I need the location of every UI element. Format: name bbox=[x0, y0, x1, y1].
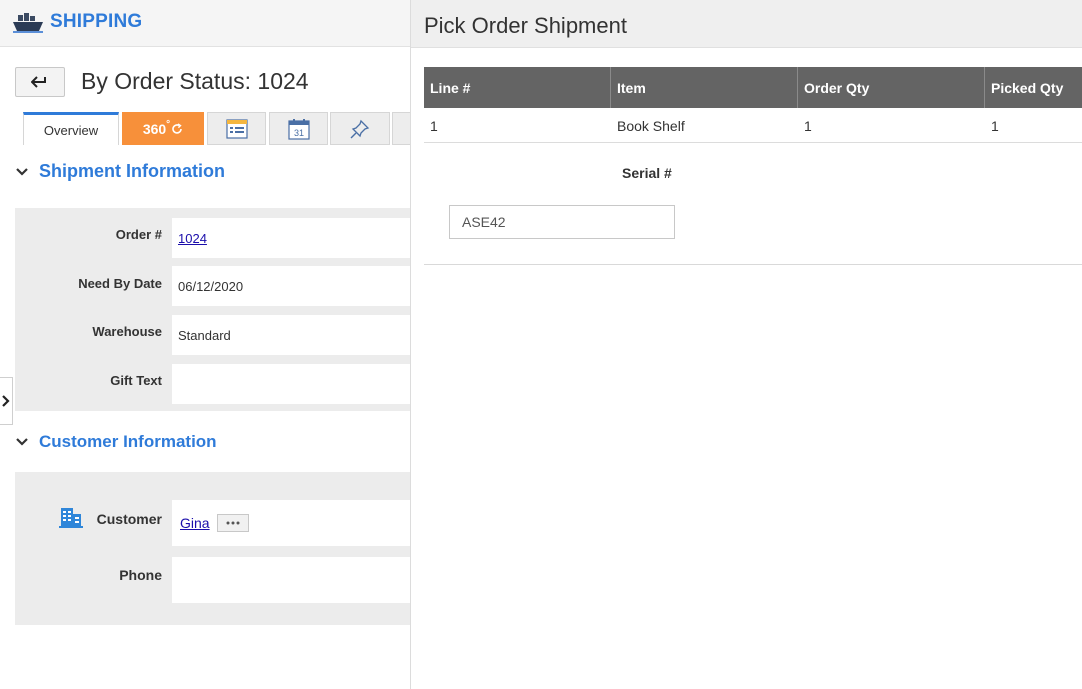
tab-more[interactable] bbox=[392, 112, 410, 145]
divider bbox=[424, 264, 1082, 265]
customer-section-title: Customer Information bbox=[39, 432, 217, 451]
column-header-item[interactable]: Item bbox=[611, 67, 798, 108]
building-icon bbox=[59, 508, 83, 528]
calendar-icon-day: 31 bbox=[293, 128, 303, 138]
ship-icon bbox=[13, 13, 43, 33]
warehouse-field[interactable]: Standard bbox=[172, 315, 410, 355]
chevron-down-icon bbox=[16, 438, 28, 446]
refresh-icon bbox=[172, 122, 182, 134]
need-by-date-label: Need By Date bbox=[78, 276, 162, 291]
tab-360-view[interactable]: 360 ° bbox=[122, 112, 204, 145]
column-header-line[interactable]: Line # bbox=[424, 67, 611, 108]
chevron-right-icon bbox=[2, 395, 10, 407]
expand-sidebar-toggle[interactable] bbox=[0, 377, 13, 425]
app-title[interactable]: SHIPPING bbox=[50, 11, 142, 33]
order-number-link[interactable]: 1024 bbox=[178, 231, 207, 246]
customer-label: Customer bbox=[96, 511, 162, 527]
shipment-section-toggle[interactable]: Shipment Information bbox=[15, 161, 225, 182]
tab-360-label: 360 bbox=[142, 120, 167, 137]
phone-label: Phone bbox=[119, 567, 162, 583]
chevron-down-icon bbox=[16, 167, 28, 176]
gift-text-field[interactable] bbox=[172, 364, 410, 404]
gift-text-label: Gift Text bbox=[110, 373, 162, 388]
need-by-date-value: 06/12/2020 bbox=[178, 278, 244, 294]
phone-field[interactable] bbox=[172, 557, 410, 603]
panel-title: Pick Order Shipment bbox=[424, 13, 627, 38]
record-title: By Order Status: 1024 bbox=[81, 68, 309, 94]
warehouse-value: Standard bbox=[178, 327, 231, 343]
customer-form: Customer Gina Phone bbox=[15, 472, 410, 625]
tab-pin[interactable] bbox=[330, 112, 390, 145]
shipment-form: Order # 1024 Need By Date 06/12/2020 War… bbox=[15, 208, 410, 411]
warehouse-label: Warehouse bbox=[92, 324, 162, 339]
list-form-icon bbox=[225, 118, 248, 139]
calendar-icon: 31 bbox=[287, 118, 310, 140]
pin-icon bbox=[350, 119, 370, 138]
serial-number-label: Serial # bbox=[622, 165, 672, 181]
pick-order-shipment-panel: Pick Order Shipment Line # Item Order Qt… bbox=[410, 0, 1082, 689]
record-detail-panel: SHIPPING By Order Status: 1024 Overview … bbox=[0, 0, 410, 689]
need-by-date-field[interactable]: 06/12/2020 bbox=[172, 266, 410, 306]
table-header: Line # Item Order Qty Picked Qty bbox=[424, 67, 1082, 108]
customer-more-button[interactable] bbox=[216, 514, 249, 532]
app-header: SHIPPING bbox=[0, 0, 410, 47]
pick-lines-table: Line # Item Order Qty Picked Qty 1 Book … bbox=[424, 67, 1082, 143]
record-tabs: Overview 360 ° 31 bbox=[23, 112, 410, 146]
ellipsis-icon bbox=[226, 521, 240, 525]
tab-calendar[interactable]: 31 bbox=[269, 112, 328, 145]
tab-360-degree: ° bbox=[166, 119, 171, 130]
table-row[interactable]: 1 Book Shelf 1 1 bbox=[424, 108, 1082, 143]
back-arrow-icon bbox=[31, 76, 46, 88]
column-header-order-qty[interactable]: Order Qty bbox=[798, 67, 985, 108]
cell-order-qty: 1 bbox=[804, 117, 812, 134]
cell-line: 1 bbox=[430, 117, 438, 134]
cell-picked-qty: 1 bbox=[991, 117, 999, 134]
panel-header: Pick Order Shipment bbox=[411, 0, 1082, 48]
customer-field: Gina bbox=[172, 500, 410, 546]
back-button[interactable] bbox=[15, 67, 65, 97]
serial-number-input[interactable] bbox=[449, 205, 675, 239]
order-number-label: Order # bbox=[115, 227, 162, 242]
customer-link[interactable]: Gina bbox=[180, 515, 210, 531]
column-header-picked-qty[interactable]: Picked Qty bbox=[985, 67, 1082, 108]
shipment-section-title: Shipment Information bbox=[39, 161, 225, 181]
tab-details[interactable] bbox=[207, 112, 266, 145]
tab-overview[interactable]: Overview bbox=[23, 112, 119, 145]
customer-section-toggle[interactable]: Customer Information bbox=[15, 432, 217, 452]
cell-item: Book Shelf bbox=[617, 117, 685, 134]
order-number-field: 1024 bbox=[172, 218, 410, 258]
